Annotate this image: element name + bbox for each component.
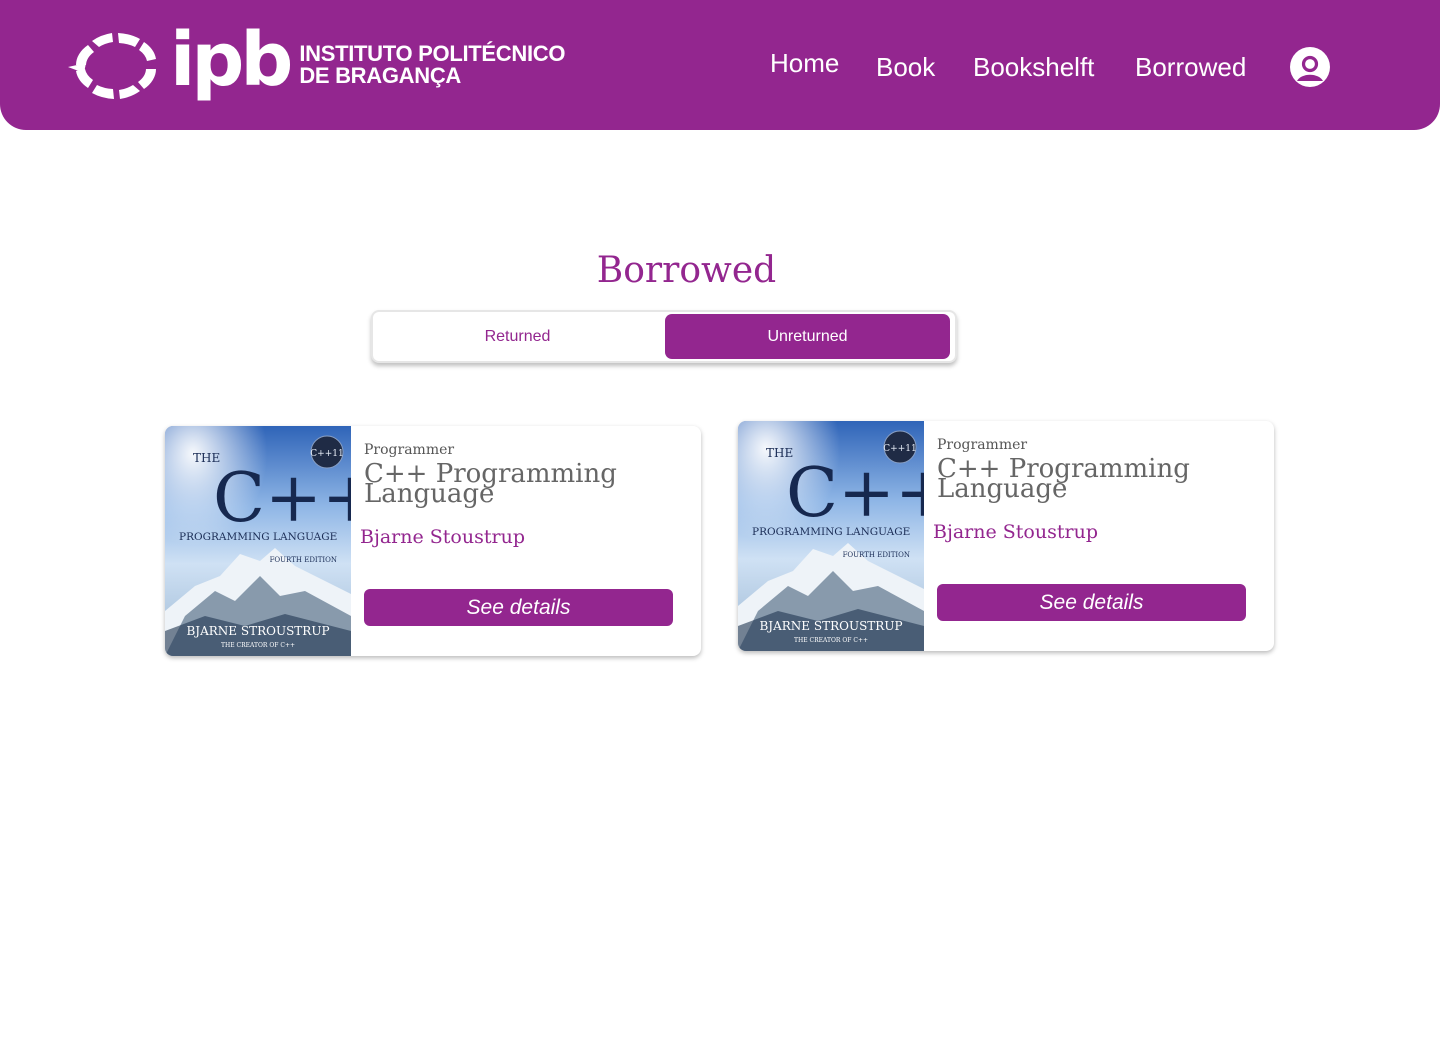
book-cover-image: C++11 THE C++ PROGRAMMING LANGUAGE FOURT… — [165, 426, 351, 656]
institution-name-line1: INSTITUTO POLITÉCNICO — [299, 41, 566, 66]
cover-subtitle: PROGRAMMING LANGUAGE — [179, 531, 337, 543]
ipb-logo[interactable]: ipb INSTITUTO POLITÉCNICO DE BRAGANÇA — [66, 17, 565, 106]
cover-author: BJARNE STROUSTRUP — [759, 619, 902, 633]
top-header: ipb INSTITUTO POLITÉCNICO DE BRAGANÇA Ho… — [0, 0, 1440, 130]
returned-tab[interactable]: Returned — [375, 314, 660, 359]
cover-edition: FOURTH EDITION — [270, 556, 337, 564]
book-title: C++ Programming Language — [937, 454, 1190, 504]
see-details-button[interactable]: See details — [364, 589, 673, 626]
book-card: C++11 THE C++ PROGRAMMING LANGUAGE FOURT… — [165, 426, 701, 656]
cover-badge: C++11 — [883, 444, 916, 454]
unreturned-tab[interactable]: Unreturned — [665, 314, 950, 359]
borrow-status-toggle: Returned Unreturned — [371, 310, 957, 363]
cover-tagline: THE CREATOR OF C++ — [794, 637, 868, 644]
cover-tagline: THE CREATOR OF C++ — [221, 642, 295, 649]
book-title: C++ Programming Language — [364, 459, 617, 509]
nav-borrowed[interactable]: Borrowed — [1135, 52, 1246, 83]
see-details-button[interactable]: See details — [937, 584, 1246, 621]
cover-edition: FOURTH EDITION — [843, 551, 910, 559]
institution-name-line2: DE BRAGANÇA — [299, 63, 462, 88]
logo-ipb-text: ipb — [170, 17, 293, 103]
institution-name: INSTITUTO POLITÉCNICO DE BRAGANÇA — [299, 43, 565, 87]
profile-button[interactable] — [1290, 47, 1330, 87]
book-category: Programmer — [364, 442, 455, 458]
cover-subtitle: PROGRAMMING LANGUAGE — [752, 526, 910, 538]
book-author: Bjarne Stoustrup — [933, 521, 1098, 543]
nav-book[interactable]: Book — [876, 52, 935, 83]
cover-author: BJARNE STROUSTRUP — [186, 624, 329, 638]
book-category: Programmer — [937, 437, 1028, 453]
book-author: Bjarne Stoustrup — [360, 526, 525, 548]
cover-title: C++ — [786, 454, 924, 533]
nav-bookshelf[interactable]: Bookshelft — [973, 52, 1094, 83]
cover-title: C++ — [213, 459, 351, 538]
ipb-emblem-icon — [68, 33, 156, 99]
user-circle-icon — [1297, 55, 1323, 81]
nav-home[interactable]: Home — [770, 48, 839, 79]
book-cover-image: C++11 THE C++ PROGRAMMING LANGUAGE FOURT… — [738, 421, 924, 651]
book-card: C++11 THE C++ PROGRAMMING LANGUAGE FOURT… — [738, 421, 1274, 651]
cover-badge: C++11 — [310, 449, 343, 459]
page-title: Borrowed — [596, 250, 777, 291]
